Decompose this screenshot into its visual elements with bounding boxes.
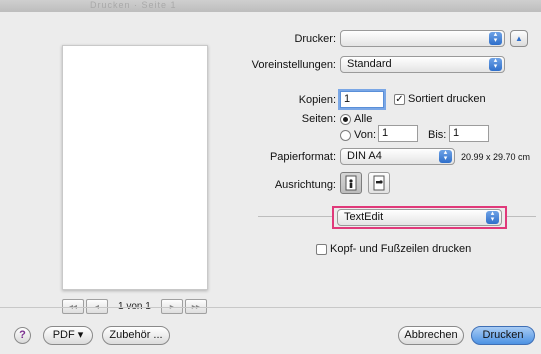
- collate-label: Sortiert drucken: [408, 93, 486, 105]
- title-bar: [0, 0, 541, 12]
- select-arrows-icon: ▴ ▾: [489, 31, 502, 45]
- next-page-button[interactable]: ▸: [160, 298, 183, 314]
- paper-size-text: 20.99 x 29.70 cm: [461, 152, 531, 162]
- page-indicator: 1 von 1: [118, 300, 151, 312]
- collate-checkbox[interactable]: ✓: [394, 94, 405, 105]
- landscape-icon: [373, 175, 385, 191]
- printer-label: Drucker:: [294, 33, 336, 45]
- select-arrows-icon: ▴ ▾: [439, 149, 452, 163]
- cancel-button[interactable]: Abbrechen: [398, 326, 464, 345]
- pages-to-input[interactable]: 1: [449, 125, 489, 142]
- pages-all-label: Alle: [354, 113, 373, 125]
- pages-all-radio[interactable]: [340, 114, 351, 125]
- copies-input[interactable]: 1: [340, 91, 384, 108]
- pdf-menu-button[interactable]: PDF ▾: [43, 326, 93, 345]
- paper-value: DIN A4: [347, 150, 382, 162]
- select-arrows-icon: ▴ ▾: [489, 57, 502, 71]
- preview-pager: ◂◂ ◂ 1 von 1 ▸ ▸▸: [62, 298, 207, 314]
- page-preview: [62, 45, 208, 290]
- copies-label: Kopien:: [298, 94, 336, 106]
- window-title-ghost: Drucken · Seite 1: [90, 0, 177, 10]
- print-dialog: ◂◂ ◂ 1 von 1 ▸ ▸▸ Drucker: ▴ ▾ ▲ Voreinst…: [0, 12, 541, 354]
- prev-page-button[interactable]: ◂: [86, 298, 108, 314]
- app-section-value: TextEdit: [344, 211, 384, 223]
- last-page-button[interactable]: ▸▸: [184, 298, 207, 314]
- select-arrows-icon: ▴ ▾: [486, 210, 499, 224]
- bottom-separator: [0, 307, 541, 308]
- paper-label: Papierformat:: [269, 151, 336, 163]
- help-button[interactable]: ?: [14, 327, 31, 344]
- portrait-button[interactable]: [340, 172, 362, 194]
- pages-label: Seiten:: [301, 113, 336, 125]
- portrait-icon: [345, 175, 357, 191]
- printer-select[interactable]: ▴ ▾: [340, 30, 505, 47]
- pages-from-label: Von:: [354, 129, 377, 141]
- presets-select[interactable]: Standard ▴ ▾: [340, 56, 505, 73]
- presets-label: Voreinstellungen:: [251, 59, 336, 71]
- presets-value: Standard: [347, 58, 392, 70]
- pages-to-label: Bis:: [428, 129, 447, 141]
- pages-from-input[interactable]: 1: [378, 125, 418, 142]
- app-section-select[interactable]: TextEdit ▴ ▾: [337, 209, 502, 226]
- separator-left: [258, 216, 332, 217]
- separator-right: [506, 216, 536, 217]
- print-button[interactable]: Drucken: [471, 326, 535, 345]
- first-page-button[interactable]: ◂◂: [62, 298, 84, 314]
- expand-disclosure-button[interactable]: ▲: [510, 30, 528, 47]
- accessories-button[interactable]: Zubehör ...: [102, 326, 170, 345]
- header-footer-checkbox[interactable]: [316, 244, 327, 255]
- orientation-label: Ausrichtung:: [274, 179, 336, 191]
- pages-range-radio[interactable]: [340, 130, 351, 141]
- landscape-button[interactable]: [368, 172, 390, 194]
- paper-select[interactable]: DIN A4 ▴ ▾: [340, 148, 455, 165]
- header-footer-label: Kopf- und Fußzeilen drucken: [330, 243, 472, 255]
